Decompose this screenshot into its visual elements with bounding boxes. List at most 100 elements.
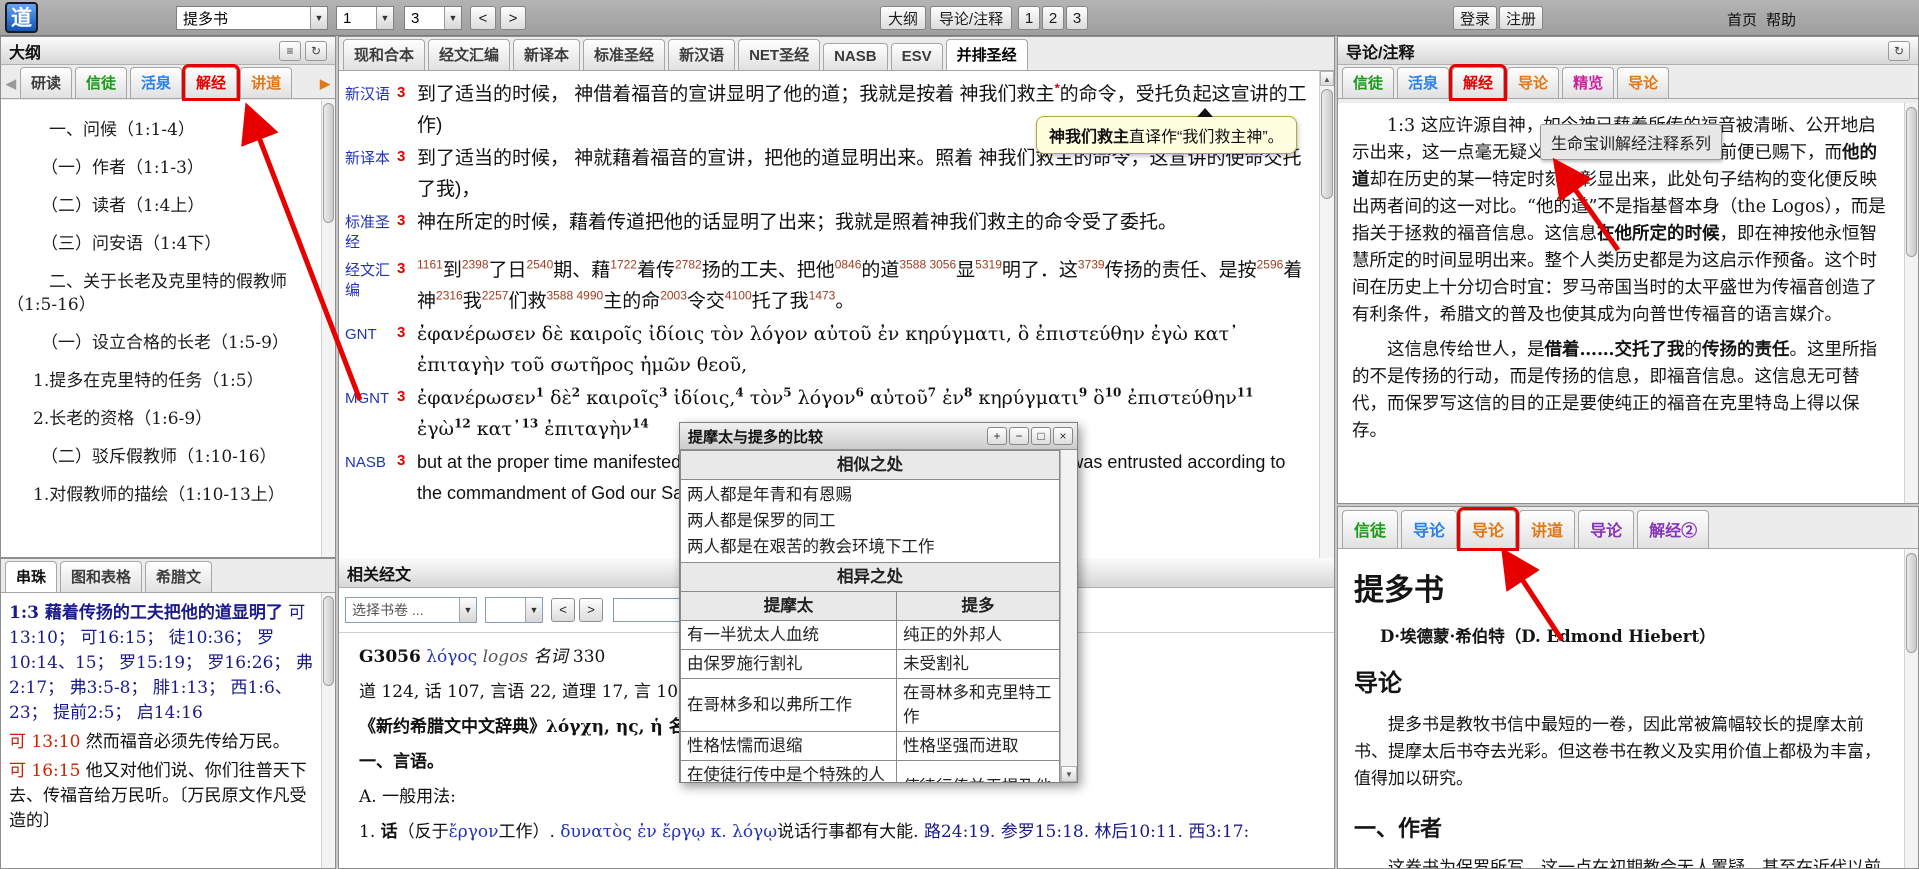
- outline-item[interactable]: 2.长老的资格（1:6-9）: [7, 408, 315, 431]
- chapter-picker-select[interactable]: ▼: [485, 597, 543, 623]
- diff-cell: 由保罗施行割礼: [681, 650, 897, 679]
- outline-item[interactable]: （二）读者（1:4上）: [7, 195, 315, 218]
- intro-panel-button[interactable]: 导论/注释: [930, 6, 1012, 30]
- tab-标准圣经[interactable]: 标准圣经: [583, 39, 665, 70]
- tab-导论[interactable]: 导论: [1460, 510, 1516, 548]
- tab-经文汇编[interactable]: 经文汇编: [428, 39, 510, 70]
- text-seg: 4100: [725, 289, 752, 303]
- tab-解经②[interactable]: 解经②: [1637, 510, 1709, 548]
- introduction-scrollbar[interactable]: [1904, 549, 1918, 868]
- tab-导论[interactable]: 导论: [1578, 510, 1634, 548]
- scroll-down-icon[interactable]: ▼: [1061, 766, 1077, 782]
- refresh-icon[interactable]: ↻: [305, 41, 327, 61]
- tabs-scroll-left-icon[interactable]: ◀: [5, 70, 17, 98]
- version-label[interactable]: 新译本: [345, 143, 397, 205]
- register-button[interactable]: 注册: [1499, 6, 1543, 30]
- tab-新译本[interactable]: 新译本: [513, 39, 580, 70]
- columns-1-button[interactable]: 1: [1018, 6, 1040, 30]
- tab-图和表格[interactable]: 图和表格: [60, 561, 142, 592]
- outline-item[interactable]: 一、问候（1:1-4）: [7, 119, 315, 142]
- tab-导论[interactable]: 导论: [1401, 510, 1457, 548]
- tab-活泉[interactable]: 活泉: [1397, 67, 1449, 98]
- tab-并排圣经[interactable]: 并排圣经: [946, 39, 1028, 70]
- tab-信徒[interactable]: 信徒: [75, 67, 127, 98]
- zoom-out-button[interactable]: −: [1009, 427, 1029, 445]
- version-label[interactable]: 标准圣经: [345, 207, 397, 253]
- related-prev-button[interactable]: <: [551, 598, 575, 622]
- zoom-in-button[interactable]: +: [987, 427, 1007, 445]
- tab-NET圣经[interactable]: NET圣经: [738, 39, 820, 70]
- columns-3-button[interactable]: 3: [1066, 6, 1088, 30]
- outline-item[interactable]: （三）问安语（1:4下）: [7, 233, 315, 256]
- commentary-scrollbar[interactable]: [1904, 103, 1918, 503]
- outline-panel-button[interactable]: 大纲: [880, 6, 926, 30]
- tab-精览[interactable]: 精览: [1562, 67, 1614, 98]
- outline-item[interactable]: 1.对假教师的描绘（1:10-13上）: [7, 484, 315, 507]
- version-label[interactable]: 新汉语: [345, 79, 397, 141]
- outline-item[interactable]: （二）驳斥假教师（1:10-16）: [7, 446, 315, 469]
- chevron-down-icon: ▼: [525, 598, 542, 622]
- tab-新汉语[interactable]: 新汉语: [668, 39, 735, 70]
- tab-NASB[interactable]: NASB: [823, 43, 888, 70]
- tab-解经[interactable]: 解经: [185, 67, 237, 98]
- home-link[interactable]: 首页: [1727, 9, 1757, 30]
- columns-2-button[interactable]: 2: [1042, 6, 1064, 30]
- prev-verse-button[interactable]: <: [470, 6, 496, 30]
- book-picker-select[interactable]: 选择书卷 ... ▼: [345, 597, 477, 623]
- outline-item[interactable]: （一）作者（1:1-3）: [7, 157, 315, 180]
- list-view-icon[interactable]: ≡: [279, 41, 301, 61]
- tab-活泉[interactable]: 活泉: [130, 67, 182, 98]
- outline-item[interactable]: （一）设立合格的长老（1:5-9）: [7, 332, 315, 355]
- help-link[interactable]: 帮助: [1766, 9, 1796, 30]
- verse-select[interactable]: 3 ▼: [404, 6, 462, 30]
- diff-cell: 有一半犹太人血统: [681, 621, 897, 650]
- version-label[interactable]: 经文汇编: [345, 255, 397, 317]
- scroll-up-icon[interactable]: ▲: [1320, 71, 1334, 86]
- outline-item[interactable]: 二、关于长老及克里特的假教师（1:5-16）: [7, 271, 315, 317]
- comparison-window-scrollbar[interactable]: ▼: [1060, 450, 1077, 782]
- related-next-button[interactable]: >: [579, 598, 603, 622]
- tab-研读[interactable]: 研读: [20, 67, 72, 98]
- close-window-button[interactable]: ×: [1053, 427, 1073, 445]
- book-select[interactable]: 提多书 ▼: [176, 6, 328, 30]
- outline-item[interactable]: 1.提多在克里特的任务（1:5）: [7, 370, 315, 393]
- verses-scrollbar[interactable]: ▲: [1319, 71, 1334, 558]
- next-verse-button[interactable]: >: [500, 6, 526, 30]
- tab-希腊文[interactable]: 希腊文: [145, 561, 212, 592]
- login-button[interactable]: 登录: [1453, 6, 1497, 30]
- tab-信徒[interactable]: 信徒: [1342, 67, 1394, 98]
- refresh-icon[interactable]: ↻: [1888, 41, 1910, 61]
- text-seg: 2596: [1257, 258, 1284, 272]
- text-seg: 到: [443, 260, 462, 281]
- text-seg: G3056: [359, 647, 421, 667]
- tab-串珠[interactable]: 串珠: [5, 561, 57, 592]
- tab-现和合本[interactable]: 现和合本: [343, 39, 425, 70]
- intro-heading: 导论: [1354, 663, 1888, 698]
- chapter-select-value: 1: [337, 10, 376, 27]
- diff-cell: 在哥林多和以弗所工作: [681, 679, 897, 732]
- tab-导论[interactable]: 导论: [1617, 67, 1669, 98]
- diff-cell: 性格坚强而进取: [897, 732, 1060, 761]
- tab-信徒[interactable]: 信徒: [1342, 510, 1398, 548]
- version-label[interactable]: GNT: [345, 319, 397, 381]
- crossref-scrollbar[interactable]: [321, 593, 335, 868]
- chapter-select[interactable]: 1 ▼: [336, 6, 394, 30]
- tab-解经[interactable]: 解经: [1452, 67, 1504, 98]
- tabs-scroll-right-icon[interactable]: ▶: [319, 70, 331, 98]
- text-seg: 1.: [359, 822, 381, 842]
- comparison-window[interactable]: 提摩太与提多的比较 + − □ × 相似之处两人都是年青和有恩赐两人都是保罗的同…: [679, 422, 1078, 783]
- tab-导论[interactable]: 导论: [1507, 67, 1559, 98]
- tab-ESV[interactable]: ESV: [891, 43, 943, 70]
- outline-scrollbar[interactable]: [321, 100, 335, 557]
- related-verses-title: 相关经文: [347, 561, 411, 585]
- tab-讲道[interactable]: 讲道: [240, 67, 292, 98]
- dictionary-line: 1. 话（反于ἔργον工作）. δυνατὸς ἐν ἔργῳ κ. λόγῳ…: [359, 820, 1314, 844]
- crossref-content: 1:3 藉着传扬的工夫把他的道显明了 可13:10； 可16:15； 徒10:3…: [1, 593, 335, 868]
- version-label[interactable]: MGNT: [345, 383, 397, 445]
- restore-window-button[interactable]: □: [1031, 427, 1051, 445]
- text-seg: 传扬的责任、是按: [1105, 260, 1257, 281]
- tab-讲道[interactable]: 讲道: [1519, 510, 1575, 548]
- version-label[interactable]: NASB: [345, 447, 397, 509]
- app-logo[interactable]: 道: [5, 2, 38, 33]
- comparison-window-titlebar[interactable]: 提摩太与提多的比较 + − □ ×: [680, 423, 1077, 450]
